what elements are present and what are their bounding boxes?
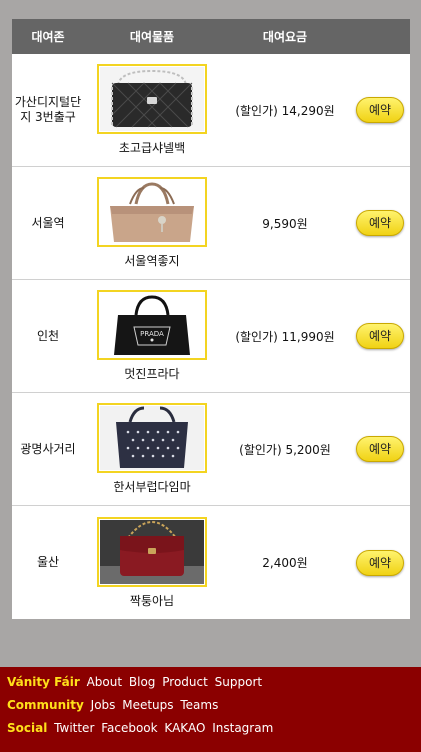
footer-link-teams[interactable]: Teams xyxy=(180,698,218,712)
item-name: 한서부럽다임마 xyxy=(113,480,191,494)
footer-row-social: Social Twitter Facebook KAKAO Instagram xyxy=(7,717,414,740)
footer-link-product[interactable]: Product xyxy=(162,675,208,689)
header-location: 대여존 xyxy=(31,30,65,44)
rental-location: 서울역 xyxy=(31,215,65,230)
footer-link-meetups[interactable]: Meetups xyxy=(122,698,173,712)
header-price: 대여요금 xyxy=(262,30,308,44)
table-row: 인천 PRADA 멋진프라다 (할인가) 11,990원 예약 xyxy=(12,280,410,393)
rental-location: 인천 xyxy=(36,328,60,343)
footer-link-support[interactable]: Support xyxy=(215,675,262,689)
footer-heading: Community xyxy=(7,698,84,712)
rental-price: 2,400원 xyxy=(262,556,308,570)
footer-row-community: Community Jobs Meetups Teams xyxy=(7,694,414,717)
footer-row-brand: Vánity Fáir About Blog Product Support xyxy=(7,671,414,694)
rental-price: (할인가) 11,990원 xyxy=(235,329,335,344)
beige-tote-bag-icon[interactable] xyxy=(97,177,207,247)
item-name: 초고급샤넬백 xyxy=(118,141,186,155)
table-header: 대여존 대여물품 대여요금 xyxy=(12,19,410,54)
rental-item: 서울역좋지 xyxy=(84,177,220,269)
reserve-button[interactable]: 예약 xyxy=(356,549,404,576)
black-quilted-chain-bag-icon[interactable] xyxy=(97,64,207,134)
footer-link-jobs[interactable]: Jobs xyxy=(91,698,116,712)
rental-table: 대여존 대여물품 대여요금 가산디지털단지 3번출구 초고급샤넬백 (할인가) … xyxy=(12,19,410,619)
red-chain-bag-icon[interactable] xyxy=(97,516,207,587)
rental-location: 울산 xyxy=(36,555,60,569)
footer-link-kakao[interactable]: KAKAO xyxy=(164,721,205,735)
rental-price: (할인가) 14,290원 xyxy=(235,103,335,118)
rental-location: 가산디지털단지 3번출구 xyxy=(14,95,82,124)
black-prada-tote-icon[interactable]: PRADA xyxy=(97,290,207,360)
studded-navy-bag-icon[interactable] xyxy=(97,403,207,473)
rental-location: 광명사거리 xyxy=(20,441,76,456)
footer-link-twitter[interactable]: Twitter xyxy=(54,721,94,735)
footer-heading: Vánity Fáir xyxy=(7,675,80,689)
table-row: 서울역 서울역좋지 9,590원 예약 xyxy=(12,167,410,280)
reserve-button[interactable]: 예약 xyxy=(356,436,404,462)
footer-link-instagram[interactable]: Instagram xyxy=(212,721,273,735)
table-row: 광명사거리 한서부럽다임마 (할인가) 5,200원 예약 xyxy=(12,393,410,506)
footer-link-blog[interactable]: Blog xyxy=(129,675,156,689)
rental-price: 9,590원 xyxy=(262,216,308,231)
rental-item: 한서부럽다임마 xyxy=(84,403,220,495)
footer-link-about[interactable]: About xyxy=(87,675,122,689)
footer-heading: Social xyxy=(7,721,48,735)
table-row: 울산 짝퉁아님 2,400원 예약 xyxy=(12,506,410,619)
item-name: 멋진프라다 xyxy=(124,367,180,381)
item-name: 짝퉁아님 xyxy=(129,593,175,608)
reserve-button[interactable]: 예약 xyxy=(356,210,404,236)
svg-text:PRADA: PRADA xyxy=(140,330,164,338)
item-name: 서울역좋지 xyxy=(124,254,180,268)
table-row: 가산디지털단지 3번출구 초고급샤넬백 (할인가) 14,290원 예약 xyxy=(12,54,410,167)
rental-price: (할인가) 5,200원 xyxy=(239,442,331,457)
rental-item: PRADA 멋진프라다 xyxy=(84,290,220,382)
reserve-button[interactable]: 예약 xyxy=(356,97,404,123)
rental-item: 초고급샤넬백 xyxy=(84,64,220,156)
header-item: 대여물품 xyxy=(129,30,175,44)
reserve-button[interactable]: 예약 xyxy=(356,323,404,349)
site-footer: Vánity Fáir About Blog Product Support C… xyxy=(0,667,421,752)
rental-item: 짝퉁아님 xyxy=(84,516,220,609)
footer-link-facebook[interactable]: Facebook xyxy=(101,721,157,735)
